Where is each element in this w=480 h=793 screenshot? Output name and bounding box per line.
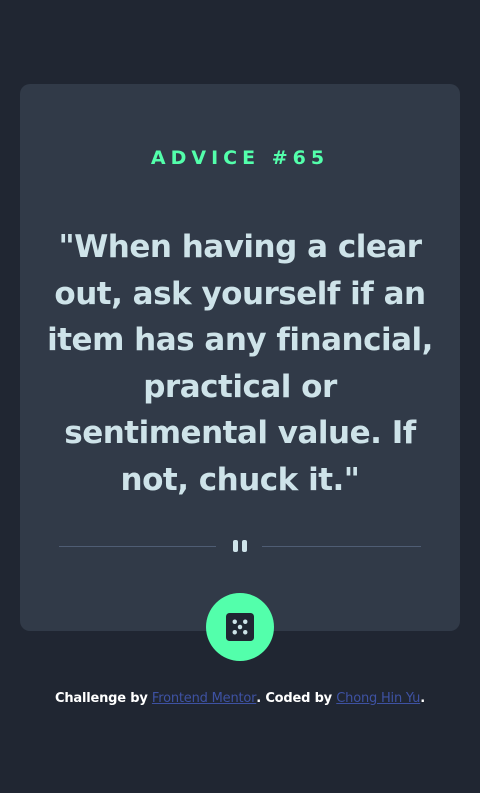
pause-bar-right (242, 540, 247, 552)
new-advice-button[interactable] (206, 593, 274, 661)
attribution: Challenge by Frontend Mentor. Coded by C… (0, 691, 480, 706)
attribution-suffix: . (420, 691, 425, 706)
pattern-divider (59, 538, 421, 554)
dice-icon (226, 613, 254, 641)
attribution-prefix: Challenge by (55, 691, 152, 706)
author-link[interactable]: Chong Hin Yu (336, 691, 420, 706)
divider-line-right (262, 546, 421, 547)
divider-line-left (59, 546, 216, 547)
advice-quote: "When having a clear out, ask yourself i… (47, 229, 433, 498)
frontend-mentor-link[interactable]: Frontend Mentor (152, 691, 257, 706)
pause-bar-left (233, 540, 238, 552)
attribution-middle: . Coded by (256, 691, 337, 706)
advice-card: ADVICE #65 "When having a clear out, ask… (20, 84, 460, 631)
pause-icon (233, 540, 247, 552)
advice-id-label: ADVICE #65 (150, 147, 330, 169)
